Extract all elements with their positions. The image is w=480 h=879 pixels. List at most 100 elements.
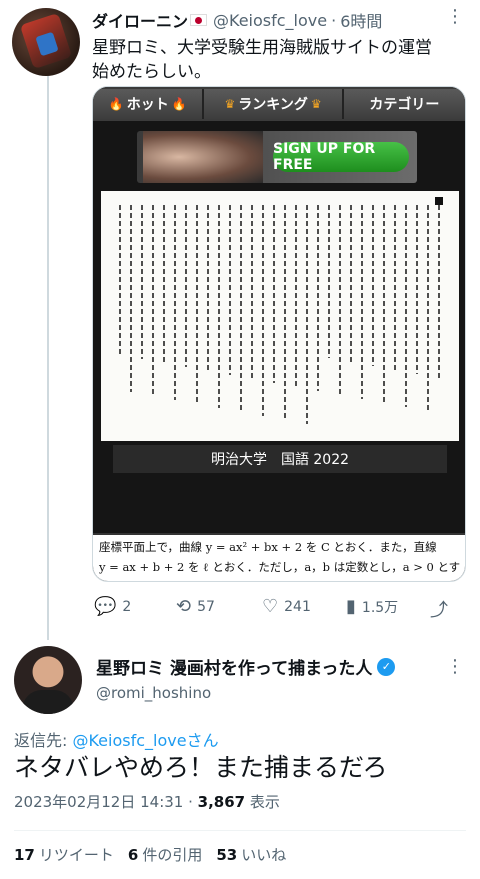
tweet1-text: 星野ロミ、大学受験生用海賊版サイトの運営 始めたらしい。	[92, 36, 462, 84]
paper-text-column	[284, 205, 286, 420]
retweet-count: 57	[197, 598, 215, 615]
retweets-label: リツイート	[38, 846, 114, 864]
paper-text-column	[251, 205, 253, 379]
views-button[interactable]: ▮ 1.5万	[346, 596, 398, 617]
paper-text-column	[416, 205, 418, 374]
crown-icon: ♛	[224, 97, 236, 111]
math-line-1: 座標平面上で，曲線 y = ax² + bx + 2 を C とおく．また，直線	[99, 540, 437, 554]
meta-separator: ·	[183, 793, 198, 811]
paper-text-column	[141, 205, 143, 359]
share-button[interactable]: ⤴	[430, 596, 454, 622]
banner-photo	[143, 131, 263, 183]
like-count: 241	[284, 598, 311, 615]
retweet-icon: ⟲	[176, 596, 192, 617]
bar-chart-icon: ▮	[346, 596, 356, 617]
paper-text-column	[130, 205, 132, 392]
paper-text-column	[394, 205, 396, 370]
likes-stat[interactable]: 53 いいね	[216, 846, 286, 864]
avatar-dairoonin[interactable]	[12, 8, 80, 76]
tweet1-action-bar: 💬 2 ⟲ 57 ♡ 241 ▮ 1.5万 ⤴	[92, 596, 466, 621]
paper-text-column	[317, 205, 319, 391]
japan-flag-icon	[190, 14, 208, 26]
more-options-icon[interactable]: ⋮	[446, 656, 465, 677]
paper-text-column	[152, 205, 154, 396]
reply-to-prefix: 返信先:	[14, 731, 73, 750]
tweet2-views-count: 3,867	[197, 793, 246, 811]
tweet2-handle[interactable]: @romi_hoshino	[96, 684, 211, 702]
heart-icon: ♡	[262, 596, 279, 617]
more-options-icon[interactable]: ⋮	[446, 6, 465, 27]
paper-text-column	[163, 205, 165, 363]
tweet1-handle[interactable]: @Keiosfc_love	[213, 11, 327, 30]
tweet2-timestamp[interactable]: 2023年02月12日 14:31	[14, 793, 183, 811]
crown-icon: ♛	[310, 97, 322, 111]
media-ad-banner: SIGN UP FOR FREE	[137, 131, 417, 183]
like-button[interactable]: ♡ 241	[262, 596, 311, 617]
media-tab-ranking: ♛ ランキング ♛	[204, 89, 344, 119]
likes-label: いいね	[241, 846, 287, 864]
avatar-shirt-shape	[22, 690, 74, 714]
paper-text-column	[295, 205, 297, 387]
paper-text-column	[339, 205, 341, 395]
thread-connector-line	[47, 74, 49, 640]
tweet2-display-name-row: 星野ロミ 漫画村を作って捕まった人 ✓	[96, 654, 396, 679]
tweet2-meta: 2023年02月12日 14:31 · 3,867 表示	[14, 791, 280, 812]
media-tab-bar: 🔥 ホット 🔥 ♛ ランキング ♛ カテゴリー	[93, 87, 465, 121]
verified-badge-icon: ✓	[377, 657, 396, 676]
tweet2-views-label: 表示	[245, 793, 280, 811]
paper-text-column	[350, 205, 352, 362]
media-caption: 明治大学 国語 2022	[113, 445, 447, 473]
paper-text-column	[273, 205, 275, 383]
exam-paper-scan	[101, 191, 459, 441]
paper-text-column	[196, 205, 198, 404]
share-icon: ⤴	[430, 600, 448, 621]
paper-text-column	[361, 205, 363, 399]
paper-text-column	[207, 205, 209, 371]
tweet1-media-image[interactable]: 🔥 ホット 🔥 ♛ ランキング ♛ カテゴリー SIGN UP FOR FREE…	[92, 86, 466, 582]
paper-text-column	[372, 205, 374, 366]
retweet-button[interactable]: ⟲ 57	[176, 596, 215, 617]
divider	[14, 830, 466, 831]
tweet1-time[interactable]: 6時間	[340, 8, 382, 32]
reply-button[interactable]: 💬 2	[94, 596, 131, 617]
paper-text-column	[240, 205, 242, 412]
paper-text-column	[405, 205, 407, 407]
math-line-2: y = ax + b + 2 を ℓ とおく．ただし，a，b は定数とし，a >…	[99, 560, 461, 574]
media-tab-category: カテゴリー	[343, 89, 465, 119]
tweet1-text-line2: 始めたらしい。	[92, 62, 211, 82]
retweets-count: 17	[14, 846, 35, 864]
media-tab-hot-label: ホット	[126, 97, 169, 113]
paper-text-column	[383, 205, 385, 403]
reply-to-link[interactable]: @Keiosfc_loveさん	[72, 731, 218, 750]
tweet1-header: ダイローニン @Keiosfc_love · 6時間	[92, 8, 382, 32]
paper-text-column	[119, 205, 121, 355]
quotes-count: 6	[127, 846, 139, 864]
paper-text-column	[229, 205, 231, 375]
retweets-stat[interactable]: 17 リツイート	[14, 846, 114, 864]
reply-count: 2	[122, 598, 132, 615]
reply-icon: 💬	[94, 596, 117, 617]
paper-text-column	[262, 205, 264, 416]
paper-marker	[435, 197, 443, 205]
avatar-romi-hoshino[interactable]	[14, 646, 82, 714]
quotes-stat[interactable]: 6 件の引用	[128, 846, 202, 864]
banner-signup-cta: SIGN UP FOR FREE	[273, 141, 409, 173]
paper-text-column	[174, 205, 176, 400]
tweet1-display-name[interactable]: ダイローニン	[92, 8, 188, 32]
paper-text-column	[306, 205, 308, 424]
tweet2-stats: 17 リツイート 6 件の引用 53 いいね	[14, 844, 286, 865]
paper-text-column	[185, 205, 187, 367]
math-problem-strip: 座標平面上で，曲線 y = ax² + bx + 2 を C とおく．また，直線…	[93, 533, 465, 581]
media-tab-category-label: カテゴリー	[369, 97, 440, 113]
paper-text-column	[218, 205, 220, 408]
tweet2-display-name[interactable]: 星野ロミ 漫画村を作って捕まった人	[96, 654, 372, 679]
views-count: 1.5万	[361, 599, 399, 616]
media-tab-hot: 🔥 ホット 🔥	[93, 89, 205, 119]
quotes-label: 件の引用	[142, 846, 203, 864]
tweet1-separator: ·	[331, 10, 337, 30]
paper-text-column	[328, 205, 330, 358]
flame-icon: 🔥	[171, 97, 187, 111]
reply-to-line: 返信先: @Keiosfc_loveさん	[14, 727, 219, 751]
paper-text-column	[438, 205, 440, 378]
tweet2-text: ネタバレやめろ！また捕まるだろ	[14, 753, 388, 782]
